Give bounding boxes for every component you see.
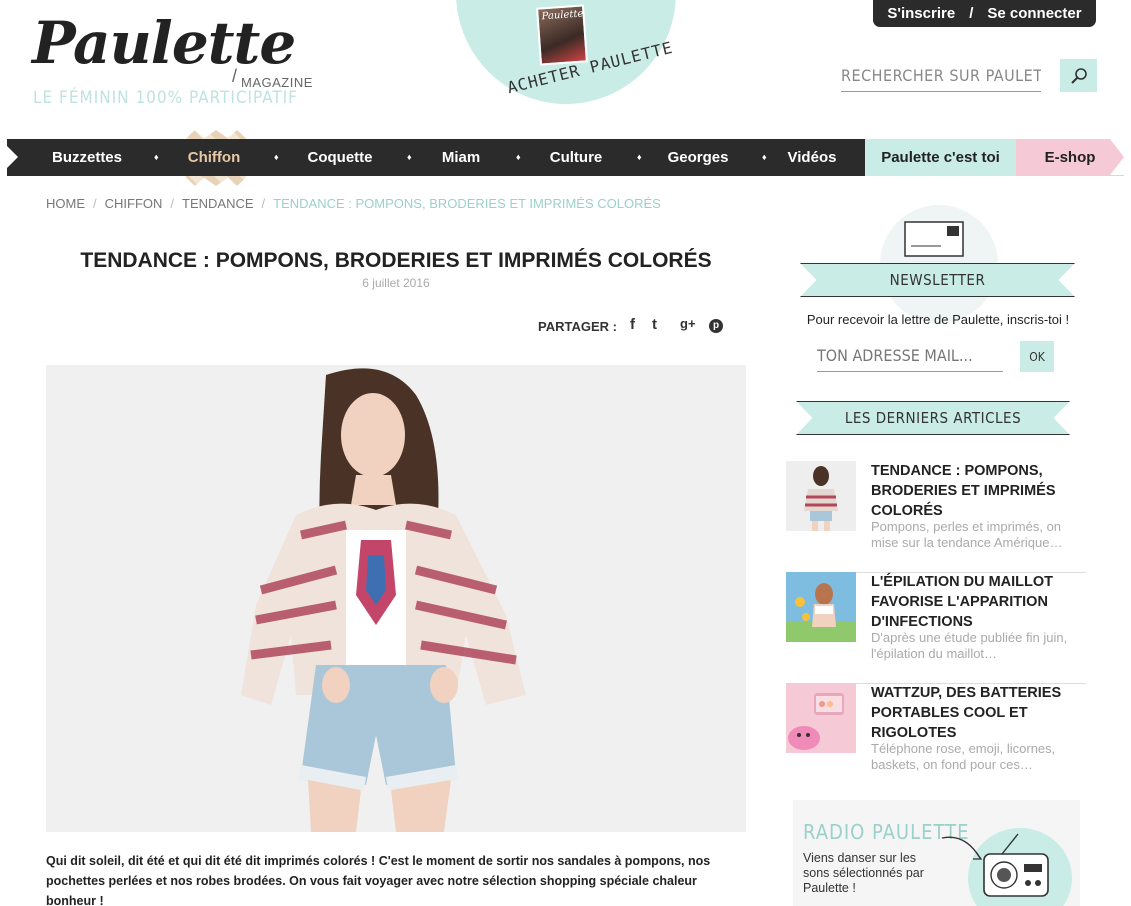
- nav-separator: ♦: [762, 152, 767, 162]
- email-field[interactable]: [817, 340, 1003, 372]
- breadcrumb-current: TENDANCE : POMPONS, BRODERIES ET IMPRIMÉ…: [273, 196, 661, 211]
- nav-left-notch: [0, 139, 18, 175]
- login-link[interactable]: Se connecter: [987, 5, 1081, 22]
- newsletter-text: Pour recevoir la lettre de Paulette, ins…: [806, 312, 1070, 327]
- newsletter-submit-button[interactable]: OK: [1020, 341, 1054, 372]
- latest-articles-title: LES DERNIERS ARTICLES: [844, 409, 1022, 427]
- tagline: LE FÉMININ 100% PARTICIPATIF: [33, 88, 298, 108]
- signup-link[interactable]: S'inscrire: [887, 5, 955, 22]
- radio-text: Viens danser sur les sons sélectionnés p…: [803, 851, 924, 895]
- sidebar-article[interactable]: TENDANCE : POMPONS, BRODERIES ET IMPRIMÉ…: [786, 461, 1086, 573]
- nav-separator: ♦: [407, 152, 412, 162]
- radio-icon: [941, 833, 1049, 897]
- magnifier-icon: [1070, 67, 1087, 84]
- nav-separator: ♦: [274, 152, 279, 162]
- nav-separator: ♦: [637, 152, 642, 162]
- nav-item-coquette[interactable]: Coquette: [290, 139, 390, 176]
- pinterest-icon[interactable]: p: [709, 319, 723, 333]
- logo-slash: /: [232, 66, 238, 86]
- sidebar-article[interactable]: L'ÉPILATION DU MAILLOT FAVORISE L'APPARI…: [786, 572, 1086, 684]
- google-plus-icon[interactable]: g+: [680, 316, 696, 331]
- twitter-icon[interactable]: t: [652, 316, 657, 333]
- hero-illustration: [46, 365, 746, 832]
- article-intro: Qui dit soleil, dit été et qui dit été d…: [46, 854, 711, 906]
- magazine-cover-image[interactable]: Paulette: [536, 4, 588, 66]
- sidebar-article-title[interactable]: L'ÉPILATION DU MAILLOT FAVORISE L'APPARI…: [871, 572, 1086, 632]
- latest-articles-ribbon: LES DERNIERS ARTICLES: [796, 401, 1070, 435]
- logo[interactable]: Paulette: [32, 14, 296, 72]
- article-date: 6 juillet 2016: [362, 276, 430, 290]
- nav-item-vid-os[interactable]: Vidéos: [762, 139, 862, 176]
- breadcrumb-separator: /: [93, 196, 97, 211]
- nav-item-buzzettes[interactable]: Buzzettes: [37, 139, 137, 176]
- breadcrumb-separator: /: [261, 196, 266, 211]
- sidebar-article[interactable]: WATTZUP, DES BATTERIES PORTABLES COOL ET…: [786, 683, 1086, 773]
- nav-separator: ♦: [516, 152, 521, 162]
- sidebar-article-title[interactable]: WATTZUP, DES BATTERIES PORTABLES COOL ET…: [871, 683, 1086, 743]
- newsletter-ribbon: NEWSLETTER: [800, 263, 1075, 297]
- article-thumbnail[interactable]: [786, 683, 856, 753]
- breadcrumb-chiffon[interactable]: CHIFFON: [105, 196, 163, 211]
- article-title: TENDANCE : POMPONS, BRODERIES ET IMPRIMÉ…: [80, 249, 712, 272]
- sidebar-article-excerpt: Pompons, perles et imprimés, on mise sur…: [871, 519, 1063, 550]
- nav-right-notch: [1110, 139, 1124, 175]
- nav-item-miam[interactable]: Miam: [411, 139, 511, 176]
- article-thumbnail[interactable]: [786, 461, 856, 531]
- nav-item-chiffon[interactable]: Chiffon: [164, 139, 264, 176]
- auth-separator: /: [969, 5, 974, 22]
- breadcrumb-tendance[interactable]: TENDANCE: [182, 196, 254, 211]
- nav-item-eshop[interactable]: E-shop: [1016, 139, 1124, 176]
- auth-bar: S'inscrire / Se connecter: [873, 0, 1096, 27]
- sidebar-article-title[interactable]: TENDANCE : POMPONS, BRODERIES ET IMPRIMÉ…: [871, 461, 1086, 521]
- sidebar-article-excerpt: D'après une étude publiée fin juin, l'ép…: [871, 630, 1068, 661]
- breadcrumb-separator: /: [170, 196, 175, 211]
- nav-item-georges[interactable]: Georges: [648, 139, 748, 176]
- nav-item-culture[interactable]: Culture: [526, 139, 626, 176]
- sidebar-article-excerpt: Téléphone rose, emoji, licornes, baskets…: [871, 741, 1056, 772]
- breadcrumb: HOME / CHIFFON / TENDANCE / TENDANCE : P…: [46, 196, 661, 211]
- search-input[interactable]: [841, 60, 1041, 92]
- article-thumbnail[interactable]: [786, 572, 856, 642]
- newsletter-title: NEWSLETTER: [889, 271, 986, 289]
- nav-item-paulette-cest-toi[interactable]: Paulette c'est toi: [865, 139, 1016, 176]
- envelope-icon: [904, 221, 964, 257]
- search-button[interactable]: [1060, 59, 1097, 92]
- share-label: PARTAGER :: [538, 319, 617, 334]
- article-hero-image: [46, 365, 746, 832]
- facebook-icon[interactable]: f: [630, 316, 635, 333]
- nav-separator: ♦: [154, 152, 159, 162]
- breadcrumb-home[interactable]: HOME: [46, 196, 85, 211]
- magazine-cover-title: Paulette: [541, 8, 584, 23]
